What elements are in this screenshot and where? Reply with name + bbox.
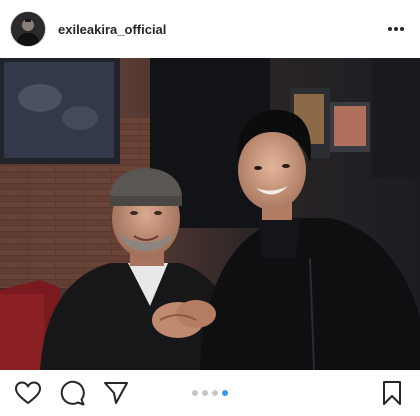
heart-icon: [15, 381, 41, 405]
save-button[interactable]: [378, 379, 406, 407]
photo-scene: [0, 58, 420, 370]
send-icon: [104, 382, 128, 404]
carousel-dot: [192, 390, 198, 396]
username[interactable]: exileakira_official: [58, 22, 384, 37]
post-photo[interactable]: [0, 58, 420, 370]
comment-icon: [60, 380, 85, 406]
avatar-image: [11, 12, 45, 46]
more-options-button[interactable]: [384, 17, 408, 41]
comment-button[interactable]: [58, 379, 86, 407]
carousel-dot-active: [222, 390, 228, 396]
bookmark-icon: [383, 381, 401, 405]
carousel-indicator: [192, 390, 228, 396]
share-button[interactable]: [102, 379, 130, 407]
carousel-dot: [212, 390, 218, 396]
post-header: exileakira_official: [0, 0, 420, 58]
more-options-icon: [388, 27, 404, 31]
action-bar: [0, 370, 420, 416]
carousel-dot: [202, 390, 208, 396]
avatar[interactable]: [10, 11, 46, 47]
like-button[interactable]: [14, 379, 42, 407]
